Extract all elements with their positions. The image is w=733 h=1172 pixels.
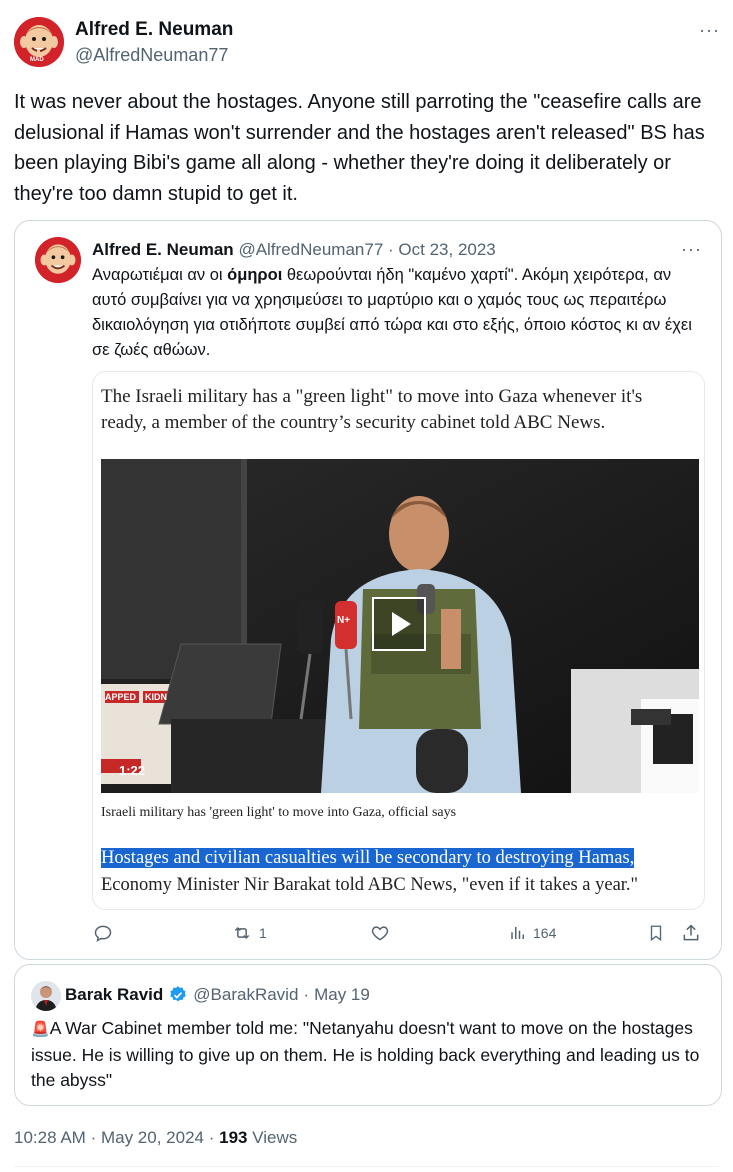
views-count: 164 — [533, 925, 557, 941]
retweet-button[interactable]: 1 — [231, 923, 267, 943]
separator-dot: · — [90, 1128, 97, 1147]
barak-avatar[interactable] — [31, 981, 61, 1011]
share-button[interactable] — [681, 923, 701, 943]
share-icon — [683, 924, 699, 941]
reply-icon — [94, 925, 112, 943]
video-thumbnail[interactable]: APPED KIDN N+ 1:22 — [101, 459, 699, 793]
tweet-text: It was never about the hostages. Anyone … — [14, 91, 705, 205]
article-headline: The Israeli military has a "green light"… — [101, 386, 643, 433]
quoted-text: Αναρωτιέμαι αν οι όμηροι θεωρούνται ήδη … — [92, 263, 702, 363]
highlighted-text: Hostages and civilian casualties will be… — [101, 848, 635, 868]
article-body: Hostages and civilian casualties will be… — [101, 845, 696, 899]
quoted-author-avatar[interactable] — [35, 237, 81, 283]
author-handle[interactable]: @AlfredNeuman77 — [75, 45, 228, 66]
video-caption: Israeli military has 'green light' to mo… — [101, 805, 457, 820]
like-button[interactable] — [370, 923, 396, 943]
tweet-date[interactable]: May 20, 2024 — [101, 1128, 204, 1147]
author-avatar[interactable]: MAD — [14, 17, 64, 67]
separator-dot: · — [208, 1128, 215, 1147]
bottom-divider — [14, 1166, 719, 1167]
verified-badge-icon — [170, 986, 186, 1002]
retweet-count: 1 — [259, 925, 267, 941]
views-label: Views — [252, 1128, 298, 1147]
bookmark-icon — [650, 925, 662, 942]
quoted-more-options-icon[interactable]: ··· — [681, 239, 702, 260]
alfred-face-icon — [35, 237, 81, 283]
second-quoted-tweet-card[interactable]: Barak Ravid @BarakRavid · May 19 🚨A War … — [14, 964, 722, 1106]
avatar-logo-text: MAD — [30, 57, 44, 63]
reply-button[interactable] — [93, 923, 119, 943]
barak-handle[interactable]: @BarakRavid — [193, 985, 298, 1005]
separator-dot: · — [303, 985, 310, 1004]
heart-icon — [371, 926, 389, 941]
barak-name[interactable]: Barak Ravid — [65, 985, 163, 1005]
play-button[interactable] — [372, 597, 426, 651]
sign-text-1: APPED — [105, 692, 137, 702]
more-options-icon[interactable]: ··· — [699, 20, 720, 41]
quoted-text-before: Αναρωτιέμαι αν οι — [92, 266, 228, 284]
quoted-text-bold: όμηροι — [227, 266, 283, 284]
analytics-icon — [511, 927, 524, 939]
quoted-author-handle[interactable]: @AlfredNeuman77 — [238, 240, 383, 259]
play-icon — [392, 612, 411, 636]
second-quote-body: A War Cabinet member told me: "Netanyahu… — [31, 1018, 700, 1090]
sign-text-2: KIDN — [145, 692, 167, 702]
person-avatar-icon — [31, 981, 61, 1011]
mic-logo: N+ — [337, 615, 351, 626]
quoted-header: Alfred E. Neuman @AlfredNeuman77 · Oct 2… — [92, 240, 496, 260]
tweet-metadata: 10:28 AM · May 20, 2024 · 193 Views — [14, 1128, 297, 1148]
bookmark-button[interactable] — [647, 923, 665, 943]
second-quote-date[interactable]: May 19 — [314, 985, 370, 1005]
article-continuation: Economy Minister Nir Barakat told ABC Ne… — [101, 875, 639, 895]
tweet-time[interactable]: 10:28 AM — [14, 1128, 86, 1147]
separator-dot: · — [388, 240, 394, 259]
video-duration: 1:22 — [119, 763, 146, 778]
views-button[interactable]: 164 — [509, 923, 556, 943]
author-name[interactable]: Alfred E. Neuman — [75, 19, 233, 41]
quoted-author-name[interactable]: Alfred E. Neuman — [92, 240, 234, 259]
article-screenshot[interactable]: The Israeli military has a "green light"… — [92, 371, 705, 910]
retweet-icon — [234, 926, 250, 940]
siren-icon: 🚨 — [31, 1021, 50, 1038]
second-quote-header: Barak Ravid @BarakRavid · May 19 — [65, 985, 370, 1005]
second-quote-text: 🚨A War Cabinet member told me: "Netanyah… — [31, 1016, 701, 1094]
quoted-date[interactable]: Oct 23, 2023 — [398, 240, 495, 259]
quoted-tweet-card[interactable]: Alfred E. Neuman @AlfredNeuman77 · Oct 2… — [14, 220, 722, 960]
views-total: 193 — [219, 1128, 248, 1147]
